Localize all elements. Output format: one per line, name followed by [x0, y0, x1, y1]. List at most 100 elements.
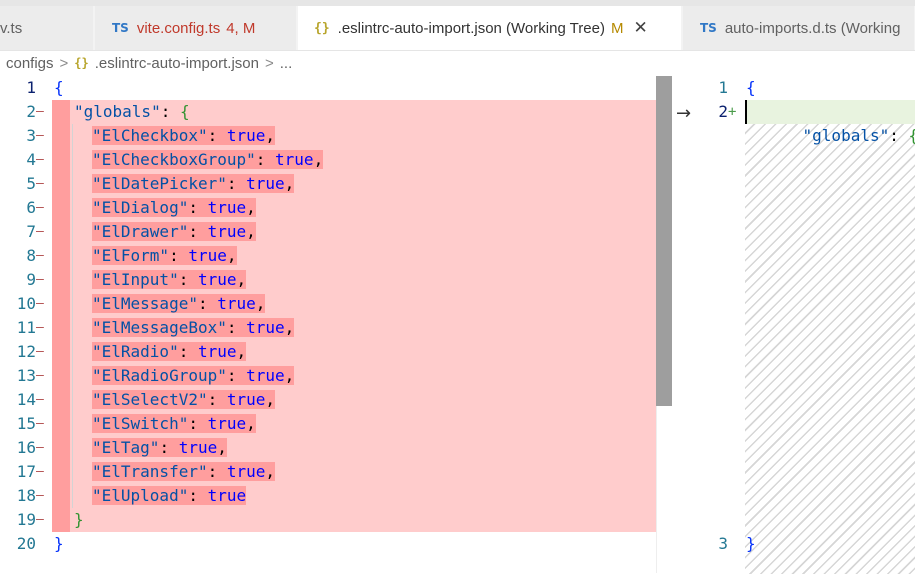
line-number: 2	[26, 102, 36, 121]
breadcrumb-separator: >	[59, 54, 69, 72]
scrollbar-thumb[interactable]	[656, 76, 672, 406]
tab-label: v.ts	[0, 19, 23, 37]
breadcrumb-separator: >	[264, 54, 274, 72]
line-number: 15	[16, 414, 36, 433]
breadcrumb-folder[interactable]: configs	[6, 55, 54, 72]
indent-guide	[72, 340, 73, 364]
indent-guide	[72, 436, 73, 460]
code-line: "ElDialog": true,	[92, 198, 256, 217]
code-row: —15 "ElSwitch": true,	[0, 412, 672, 436]
close-icon[interactable]: ✕	[633, 18, 647, 38]
diff-filler-area	[745, 124, 915, 574]
code-row: —6 "ElDialog": true,	[0, 196, 672, 220]
deleted-gutter-highlight	[52, 460, 70, 484]
code-line: }	[54, 534, 64, 553]
tab-vite-config[interactable]: TS vite.config.ts 4, M	[95, 6, 297, 50]
line-number: 14	[16, 390, 36, 409]
scrollbar-track[interactable]	[656, 406, 673, 573]
code-row: —12 "ElRadio": true,	[0, 340, 672, 364]
indent-guide	[72, 196, 73, 220]
modified-editor[interactable]: 1 { 2 + "globals": {} 3 }	[700, 76, 915, 574]
revert-arrow-icon[interactable]: →	[676, 103, 691, 124]
original-editor[interactable]: 1{—2 "globals": {—3 "ElCheckbox": true, —4 "…	[0, 76, 672, 573]
deleted-line-marker: —	[36, 152, 44, 167]
code-row: —11 "ElMessageBox": true,	[0, 316, 672, 340]
line-number: 17	[16, 462, 36, 481]
code-row: —9 "ElInput": true,	[0, 268, 672, 292]
deleted-line-marker: —	[36, 464, 44, 479]
line-number: 10	[16, 294, 36, 313]
indent-guide	[72, 484, 73, 508]
tab-eslintrc-working-tree[interactable]: {} .eslintrc-auto-import.json (Working T…	[298, 6, 682, 50]
deleted-line-marker: —	[36, 320, 44, 335]
deleted-gutter-highlight	[52, 412, 70, 436]
deleted-line-marker: —	[36, 440, 44, 455]
deleted-gutter-highlight	[52, 340, 70, 364]
line-number: 4	[26, 150, 36, 169]
typescript-icon: TS	[112, 21, 129, 35]
line-number: 2	[718, 102, 728, 121]
line-number: 3	[718, 534, 728, 553]
deleted-gutter-highlight	[52, 244, 70, 268]
code-row: —7 "ElDrawer": true,	[0, 220, 672, 244]
deleted-line-marker: —	[36, 128, 44, 143]
deleted-line-marker: —	[36, 416, 44, 431]
code-line: "ElDrawer": true,	[92, 222, 256, 241]
line-number: 13	[16, 366, 36, 385]
code-row: —18 "ElUpload": true	[0, 484, 672, 508]
deleted-gutter-highlight	[52, 124, 70, 148]
line-number: 11	[16, 318, 36, 337]
tab-status: M	[610, 19, 624, 37]
code-row: —13 "ElRadioGroup": true,	[0, 364, 672, 388]
breadcrumb-file[interactable]: .eslintrc-auto-import.json	[95, 55, 259, 72]
deleted-gutter-highlight	[52, 292, 70, 316]
code-row: —4 "ElCheckboxGroup": true,	[0, 148, 672, 172]
line-number: 8	[26, 246, 36, 265]
code-line: "globals": {	[74, 102, 190, 121]
text-cursor	[745, 100, 747, 124]
code-row: 20}	[0, 532, 656, 556]
deleted-gutter-highlight	[52, 268, 70, 292]
code-row: —14 "ElSelectV2": true,	[0, 388, 672, 412]
tab-label: auto-imports.d.ts (Working	[724, 19, 901, 37]
indent-guide	[72, 316, 73, 340]
deleted-gutter-highlight	[52, 100, 70, 124]
code-line: "ElMessage": true,	[92, 294, 266, 313]
deleted-gutter-highlight	[52, 484, 70, 508]
line-number: 9	[26, 270, 36, 289]
line-number: 16	[16, 438, 36, 457]
code-line: "ElRadio": true,	[92, 342, 247, 361]
code-row: —5 "ElDatePicker": true,	[0, 172, 672, 196]
code-line: "ElForm": true,	[92, 246, 237, 265]
code-line: }	[74, 510, 84, 529]
breadcrumb-more[interactable]: ...	[280, 55, 293, 72]
code-line: "ElCheckboxGroup": true,	[92, 150, 324, 169]
code-line: "ElCheckbox": true,	[92, 126, 276, 145]
indent-guide	[72, 172, 73, 196]
deleted-gutter-highlight	[52, 388, 70, 412]
indent-guide	[72, 148, 73, 172]
tab-v-ts[interactable]: v.ts	[0, 6, 94, 50]
code-line: "ElDatePicker": true,	[92, 174, 295, 193]
deleted-line-marker: —	[36, 488, 44, 503]
deleted-line-marker: —	[36, 224, 44, 239]
code-line: "ElRadioGroup": true,	[92, 366, 295, 385]
deleted-line-marker: —	[36, 368, 44, 383]
line-number: 20	[16, 534, 36, 553]
tab-auto-imports[interactable]: TS auto-imports.d.ts (Working	[683, 6, 915, 50]
indent-guide	[72, 388, 73, 412]
indent-guide	[72, 412, 73, 436]
breadcrumb: configs > {} .eslintrc-auto-import.json …	[0, 52, 915, 74]
deleted-gutter-highlight	[52, 364, 70, 388]
deleted-line-marker: —	[36, 512, 44, 527]
line-number: 7	[26, 222, 36, 241]
indent-guide	[72, 244, 73, 268]
indent-guide	[72, 364, 73, 388]
json-icon: {}	[314, 20, 330, 36]
code-line: "ElInput": true,	[92, 270, 247, 289]
deleted-line-marker: —	[36, 344, 44, 359]
code-line: "ElUpload": true	[92, 486, 247, 505]
line-number: 1	[26, 78, 36, 97]
code-line: "ElTag": true,	[92, 438, 227, 457]
indent-guide	[72, 220, 73, 244]
